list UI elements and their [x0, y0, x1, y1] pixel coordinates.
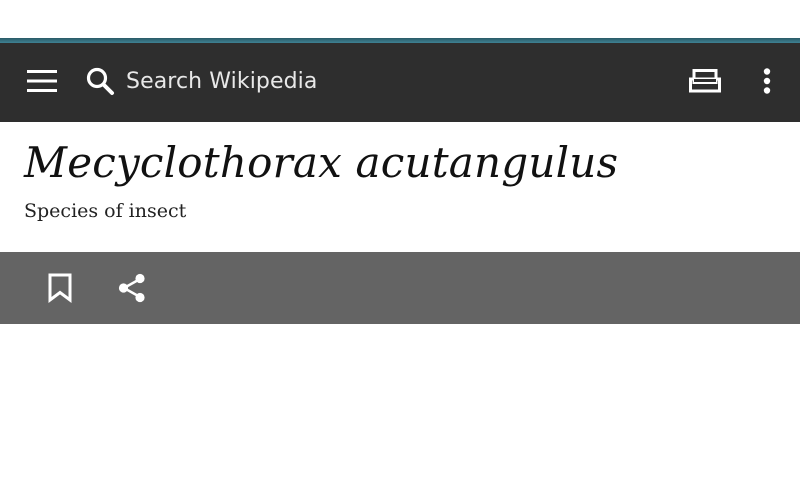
reading-list-icon: [689, 69, 721, 93]
overflow-menu-button[interactable]: [750, 59, 784, 103]
share-icon: [118, 273, 145, 303]
search-bar[interactable]: Search Wikipedia: [82, 55, 502, 107]
reading-list-button[interactable]: [682, 59, 728, 103]
share-button[interactable]: [110, 266, 154, 310]
search-placeholder: Search Wikipedia: [126, 68, 318, 94]
top-toolbar: Search Wikipedia: [0, 43, 800, 122]
search-icon: [82, 63, 118, 99]
menu-button[interactable]: [22, 61, 62, 101]
article-description: Species of insect: [24, 200, 187, 222]
more-vert-icon: [763, 68, 771, 94]
status-strip: [0, 0, 800, 38]
article-header: Mecyclothorax acutangulus Species of ins…: [0, 122, 800, 252]
article-action-bar: [0, 252, 800, 324]
bookmark-icon: [48, 273, 72, 303]
article-content: [0, 324, 800, 480]
bookmark-button[interactable]: [38, 266, 82, 310]
article-title: Mecyclothorax acutangulus: [24, 138, 619, 187]
hamburger-menu-icon: [27, 70, 57, 92]
